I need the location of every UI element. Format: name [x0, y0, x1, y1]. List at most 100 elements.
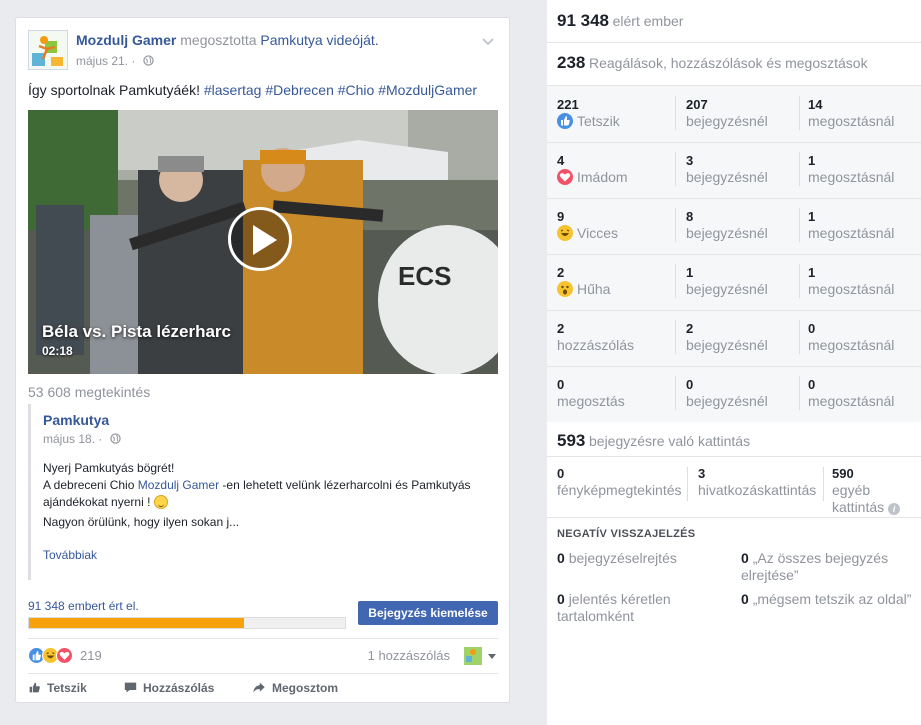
on-shares-label: megosztásnál: [808, 337, 895, 353]
hashtag-link[interactable]: #MozduljGamer: [378, 82, 477, 98]
on-shares-cell: 0 megosztásnál: [808, 376, 894, 410]
insights-panel: 91 348 elért ember 238 Reagálások, hozzá…: [547, 0, 921, 725]
original-author-link[interactable]: Pamkutya: [43, 412, 109, 428]
smile-emoji-icon: [153, 495, 168, 509]
caret-down-icon[interactable]: [488, 654, 496, 659]
other-clicks-value: 590: [832, 466, 854, 481]
on-shares-cell: 0 megosztásnál: [808, 320, 894, 354]
post-date-link[interactable]: május 21.: [76, 54, 128, 68]
original-line: A debreceni Chio Mozdulj Gamer -en lehet…: [43, 477, 483, 511]
post-card: Mozdulj Gamer megosztotta Pamkutya videó…: [15, 17, 510, 703]
divider: [675, 208, 676, 242]
divider: [799, 208, 800, 242]
divider: [28, 638, 498, 639]
divider: [687, 467, 688, 501]
on-shares-cell: 1 megosztásnál: [808, 152, 894, 186]
post-date: május 21. ·: [76, 54, 154, 69]
on-post-label: bejegyzésnél: [686, 337, 768, 353]
on-shares-value: 0: [808, 377, 816, 392]
on-post-cell: 3 bejegyzésnél: [686, 152, 768, 186]
comments-count-link[interactable]: 1 hozzászólás: [368, 648, 450, 663]
divider: [547, 517, 921, 518]
mention-link[interactable]: Mozdulj Gamer: [138, 478, 219, 492]
post-header-line: Mozdulj Gamer megosztotta Pamkutya videó…: [76, 32, 379, 48]
on-shares-value: 0: [808, 321, 816, 336]
reach-label: elért ember: [612, 13, 684, 29]
on-shares-cell: 1 megosztásnál: [808, 264, 894, 298]
divider: [799, 152, 800, 186]
engagement-breakdown: 221 Tetszik 207 bejegyzésnél 14 megosztásnál 4…: [547, 86, 921, 422]
on-post-value: 207: [686, 97, 708, 112]
hashtag-link[interactable]: #lasertag: [204, 82, 262, 98]
reaction-total-cell: 221 Tetszik: [557, 96, 620, 130]
chevron-down-icon[interactable]: [481, 34, 495, 48]
video-title: Béla vs. Pista lézerharc: [42, 322, 232, 341]
page-name-link[interactable]: Mozdulj Gamer: [76, 32, 176, 48]
engagement-row: 9 Vicces 8 bejegyzésnél 1 megosztásnál: [547, 198, 921, 254]
reaction-total-cell: 2 Hűha: [557, 264, 610, 298]
engagement-label: Reagálások, hozzászólások és megosztások: [589, 55, 868, 71]
see-more-link[interactable]: Továbbiak: [43, 548, 97, 562]
link-clicks-value: 3: [698, 466, 706, 481]
thumbs-up-icon: [28, 681, 41, 697]
on-post-value: 2: [686, 321, 694, 336]
globe-icon: [110, 433, 121, 447]
spam-report-stat: 0 jelentés kéretlen tartalomként: [557, 591, 727, 625]
reaction-total-label: hozzászólás: [557, 337, 635, 353]
engagement-row: 4 Imádom 3 bejegyzésnél 1 megosztásnál: [547, 142, 921, 198]
reach-bar: [28, 617, 346, 629]
reaction-total-value: 2: [557, 321, 565, 336]
divider: [675, 96, 676, 130]
view-count: 53 608 megtekintés: [28, 384, 151, 400]
hide-all-stat: 0 „Az összes bejegyzés elrejtése”: [741, 550, 911, 584]
hashtag-link[interactable]: #Chio: [338, 82, 375, 98]
clicks-breakdown: 0 fényképmegtekintés 3 hivatkozáskattint…: [547, 462, 921, 515]
on-post-cell: 1 bejegyzésnél: [686, 264, 768, 298]
reach-row: 91 348 embert ért el. Bejegyzés kiemelés…: [28, 599, 498, 629]
like-label: Tetszik: [47, 681, 87, 695]
haha-icon: [557, 225, 573, 241]
original-body: Nyerj Pamkutyás bögrét! A debreceni Chio…: [43, 460, 483, 531]
engagement-row: 221 Tetszik 207 bejegyzésnél 14 megosztásnál: [547, 86, 921, 142]
like-button[interactable]: Tetszik: [28, 681, 87, 697]
boost-post-button[interactable]: Bejegyzés kiemelése: [358, 601, 498, 625]
hide-all-value: 0: [741, 550, 749, 566]
page-avatar[interactable]: [28, 30, 68, 70]
svg-text:ECS: ECS: [398, 261, 451, 291]
globe-icon: [143, 55, 154, 69]
reaction-total-value: 221: [557, 97, 579, 112]
reaction-total-value: 4: [557, 153, 565, 168]
hashtag-link[interactable]: #Debrecen: [265, 82, 334, 98]
original-text: A debreceni Chio: [43, 478, 138, 492]
divider: [799, 320, 800, 354]
share-label: Megosztom: [272, 681, 338, 695]
reach-number: 91 348: [557, 11, 609, 30]
like-icon: [557, 113, 573, 129]
original-line: Nagyon örülünk, hogy ilyen sokan j...: [43, 515, 240, 529]
shared-from-link[interactable]: Pamkutya videóját.: [260, 32, 378, 48]
on-post-value: 0: [686, 377, 694, 392]
divider: [799, 264, 800, 298]
divider: [675, 152, 676, 186]
share-button[interactable]: Megosztom: [252, 681, 338, 697]
on-post-label: bejegyzésnél: [686, 225, 768, 241]
photo-views-label: fényképmegtekintés: [557, 482, 682, 498]
post-message: Így sportolnak Pamkutyáék! #lasertag #De…: [28, 82, 477, 98]
info-icon[interactable]: i: [888, 503, 901, 515]
on-post-cell: 2 bejegyzésnél: [686, 320, 768, 354]
reach-text[interactable]: 91 348 embert ért el.: [28, 599, 139, 613]
love-icon[interactable]: [56, 647, 73, 664]
play-button[interactable]: [228, 207, 292, 271]
on-shares-label: megosztásnál: [808, 281, 895, 297]
on-post-label: bejegyzésnél: [686, 169, 768, 185]
original-date-link[interactable]: május 18.: [43, 432, 95, 446]
page-avatar-small[interactable]: [464, 647, 482, 665]
reaction-count[interactable]: 219: [80, 648, 102, 663]
spam-report-label: jelentés kéretlen tartalomként: [557, 591, 671, 624]
video-player[interactable]: ECS Béla vs. Pista lézerharc 02:18: [28, 110, 498, 374]
reaction-total-value: 2: [557, 265, 565, 280]
post-actions: Tetszik Hozzászólás Megosztom: [28, 679, 498, 699]
engagement-row: 0 megosztás 0 bejegyzésnél 0 megosztásnál: [547, 366, 921, 422]
comment-button[interactable]: Hozzászólás: [124, 681, 214, 697]
engagement-stat: 238 Reagálások, hozzászólások és megoszt…: [557, 53, 868, 73]
